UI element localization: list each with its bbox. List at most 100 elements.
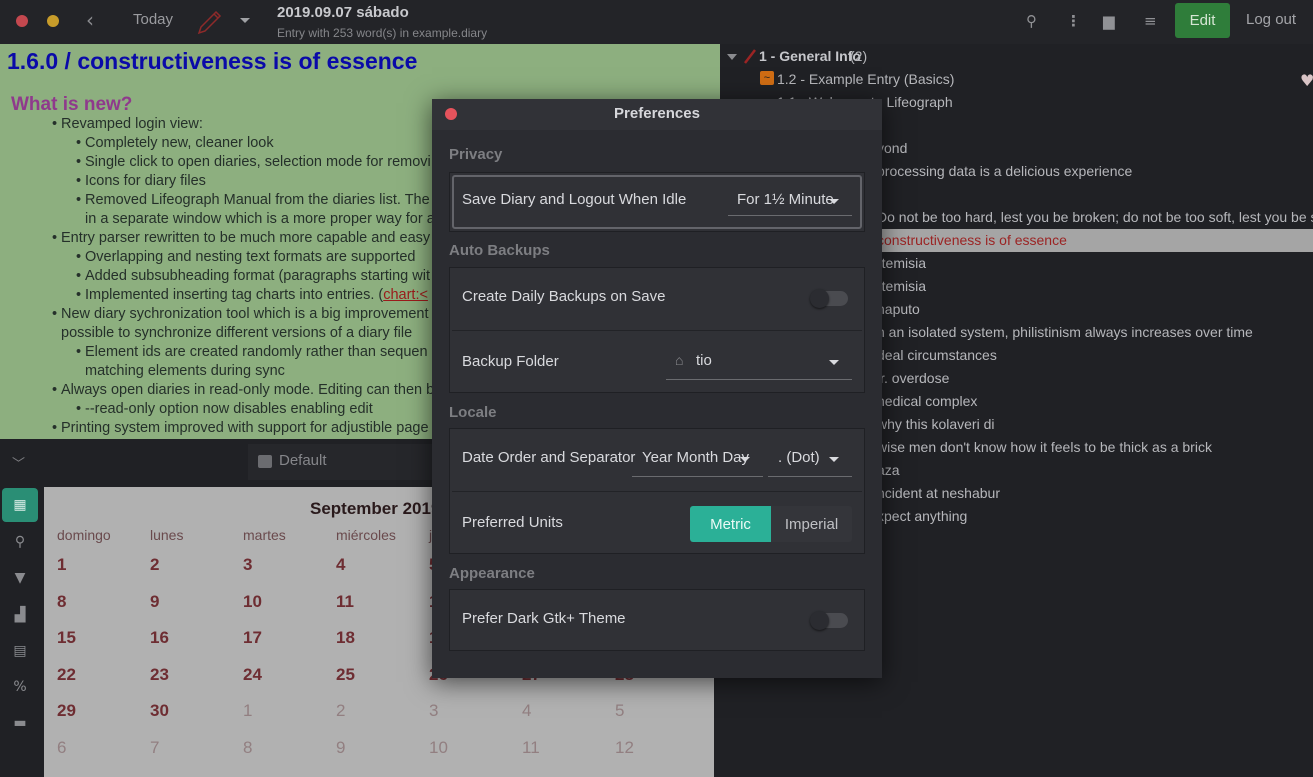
idle-logout-label: Save Diary and Logout When Idle [462,191,687,208]
calendar-day[interactable]: 23 [150,665,169,685]
calendar-day[interactable]: 3 [429,701,438,721]
backup-folder-value: tio [696,352,712,369]
bullet: • [76,344,82,360]
search-icon[interactable]: ⚲ [2,525,38,559]
calendar-day[interactable]: 11 [336,592,354,612]
calendar-day[interactable]: 4 [522,701,531,721]
chevron-down-icon[interactable]: ﹀ [12,453,25,472]
entry-line-text: Removed Lifeograph Manual from the diari… [85,192,430,208]
book-icon[interactable]: ▬ [2,706,38,740]
entry-line-segment: Implemented inserting tag charts into en… [85,287,384,303]
calendar-day[interactable]: 7 [150,738,159,758]
calendar-day[interactable]: 1 [243,701,252,721]
weekday-header: domingo [57,527,111,543]
group-label: 1 - General Info [759,48,861,64]
calendar-day[interactable]: 1 [57,555,66,575]
home-icon: ⌂ [675,352,684,368]
weekday-header: miércoles [336,527,396,543]
calendar-day[interactable]: 2 [150,555,159,575]
dark-theme-switch[interactable] [810,611,848,630]
tree-entry-row[interactable]: ~1.2 - Example Entry (Basics) [720,68,1313,91]
calendar-day[interactable]: 22 [57,665,76,685]
calendar-day[interactable]: 17 [243,628,262,648]
entry-line-text: Implemented inserting tag charts into en… [85,287,428,303]
entry-subtitle: Entry with 253 word(s) in example.diary [277,26,488,40]
calendar-day[interactable]: 25 [336,665,355,685]
calendar-day[interactable]: 3 [243,555,252,575]
calendar-day[interactable]: 29 [57,701,76,721]
search-icon[interactable]: ⚲ [1026,12,1037,30]
calendar-day[interactable]: 4 [336,555,345,575]
preferences-dialog: Preferences Privacy Save Diary and Logou… [432,99,882,678]
today-button[interactable]: Today [133,11,173,28]
chart-icon[interactable]: ▟ [2,598,38,632]
backup-folder-label: Backup Folder [462,353,559,370]
date-order-combo[interactable]: Year Month Day [632,449,763,477]
tree-entry-label: constructiveness is of essence [877,232,1067,248]
idle-timeout-combo[interactable]: For 1½ Minute [728,191,852,216]
group-count: (2) [850,48,868,64]
logout-button[interactable]: Log out [1246,11,1296,28]
window-close-button[interactable] [16,15,28,27]
units-metric-button[interactable]: Metric [690,506,771,542]
calendar-day[interactable]: 16 [150,628,169,648]
dark-theme-label: Prefer Dark Gtk+ Theme [462,610,626,627]
daily-backups-switch[interactable] [810,289,848,308]
calendar-day[interactable]: 5 [615,701,624,721]
calendar-day[interactable]: 10 [429,738,448,758]
table-icon [258,455,272,468]
calendar-day[interactable]: 6 [57,738,66,758]
backup-folder-chooser[interactable]: ⌂ tio [666,352,852,380]
favorite-heart-icon: ♥ [1300,71,1313,90]
entry-line-text: Added subsubheading format (paragraphs s… [85,268,430,284]
calendar-day[interactable]: 8 [57,592,66,612]
bullet: • [76,249,82,265]
table-icon[interactable]: ▤ [2,634,38,668]
calendar-day[interactable]: 30 [150,701,169,721]
tree-entry-label: 1.2 - Example Entry (Basics) [777,71,955,87]
units-toggle: Metric Imperial [690,506,852,542]
calendar-day[interactable]: 10 [243,592,262,612]
filter-icon[interactable]: ▼ [2,561,38,595]
units-imperial-button[interactable]: Imperial [771,506,852,542]
chevron-down-icon [740,457,750,462]
back-button[interactable]: ‹ [86,8,94,32]
calendar-day[interactable]: 12 [615,738,634,758]
menu-icon[interactable]: ≡ [1144,12,1157,30]
calendar-icon[interactable]: ▦ [2,488,38,522]
weekday-header: lunes [150,527,184,543]
more-icon[interactable]: ⋮ [1066,12,1081,30]
entry-date-title: 2019.09.07 sábado [277,4,409,21]
idle-timeout-value: For 1½ Minute [737,191,834,208]
tree-entry-label: lr. overdose [877,370,950,386]
entry-line-text: Element ids are created randomly rather … [85,344,428,360]
calendar-day[interactable]: 9 [336,738,345,758]
theme-icon[interactable]: % [2,670,38,704]
pencil-icon[interactable] [193,6,225,38]
header-bar: ‹ Today 2019.09.07 sábado Entry with 253… [0,0,1313,44]
tree-entry-label: rtemisia [877,255,927,271]
calendar-day[interactable]: 18 [336,628,355,648]
bullet: • [52,306,58,322]
chevron-down-icon [829,457,839,462]
window-minimize-button[interactable] [47,15,59,27]
calendar-day[interactable]: 15 [57,628,76,648]
calendar-day[interactable]: 2 [336,701,345,721]
calendar-day[interactable]: 9 [150,592,159,612]
calendar-day[interactable]: 8 [243,738,252,758]
entry-chart-icon: ~ [760,71,774,85]
expander-icon[interactable] [727,54,737,60]
date-separator-value: . (Dot) [778,449,820,466]
date-separator-combo[interactable]: . (Dot) [768,449,852,477]
bullet: • [76,268,82,284]
calendar-day[interactable]: 11 [522,738,540,758]
edit-button[interactable]: Edit [1175,3,1230,38]
entry-menu-dropdown[interactable] [240,18,250,23]
chart-link[interactable]: chart:< [383,287,428,303]
calendar-day[interactable]: 24 [243,665,262,685]
book-icon[interactable]: ▆ [1103,12,1115,30]
section-appearance: Appearance [449,565,535,582]
tree-group-row[interactable]: 1 - General Info (2) [720,45,1313,68]
entry-line-text: --read-only option now disables enabling… [85,401,373,417]
section-auto-backups: Auto Backups [449,242,550,259]
